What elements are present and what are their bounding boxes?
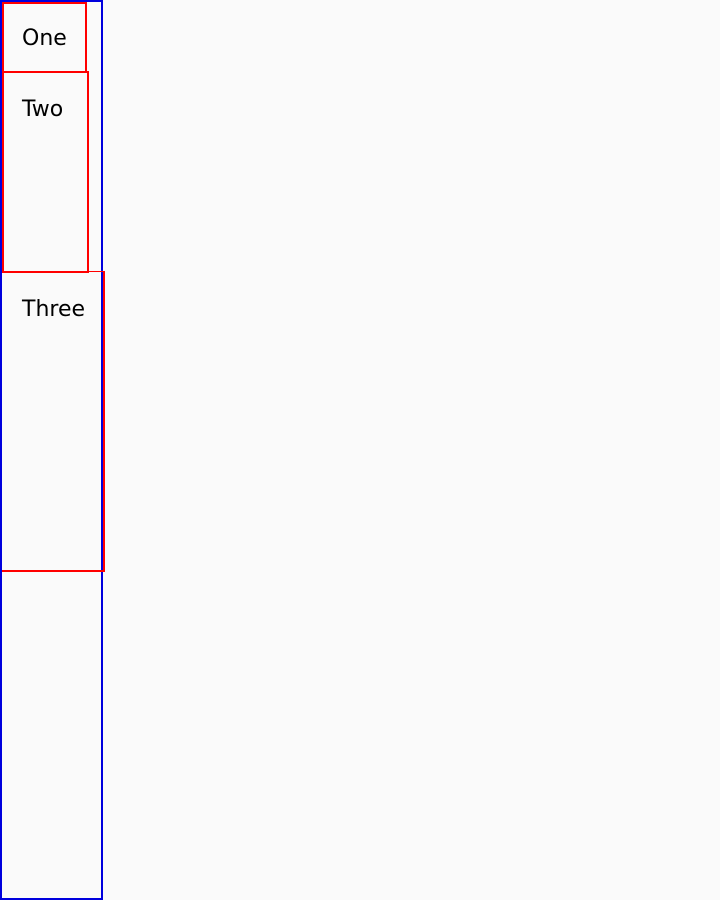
page: One Two Three	[0, 0, 720, 900]
panel-three[interactable]: Three	[2, 271, 105, 572]
panel-one-label: One	[22, 26, 67, 51]
sidebar-container: One Two Three	[0, 0, 105, 900]
panel-two[interactable]: Two	[2, 71, 89, 273]
panel-three-label: Three	[22, 297, 86, 322]
panel-two-label: Two	[22, 97, 64, 122]
panel-one[interactable]: One	[2, 2, 87, 73]
